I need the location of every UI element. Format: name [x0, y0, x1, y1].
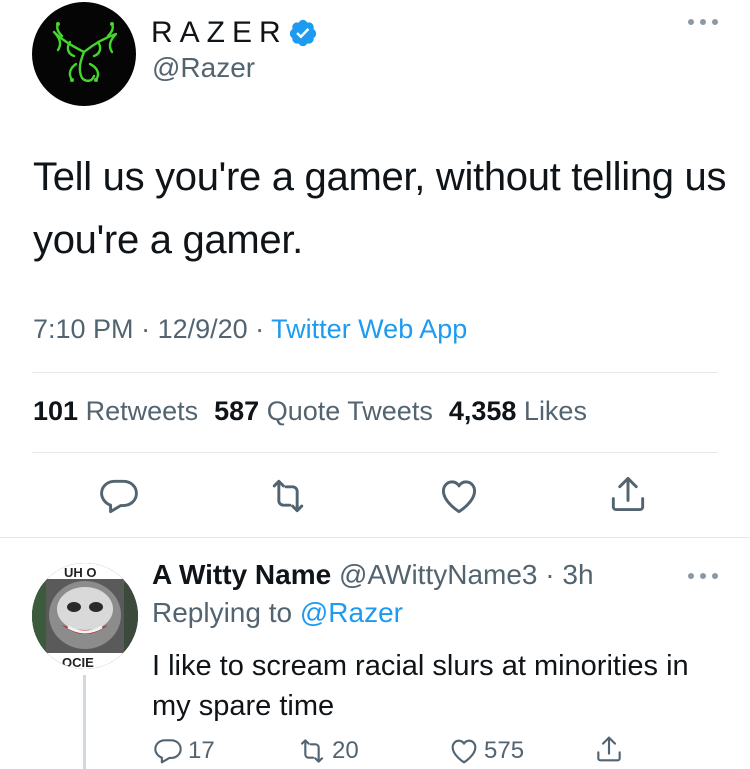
- replying-to-mention[interactable]: @Razer: [300, 597, 403, 628]
- retweet-icon: [272, 479, 304, 513]
- svg-text:UH O: UH O: [64, 565, 97, 580]
- retweets-label: Retweets: [85, 396, 199, 426]
- like-count: 575: [484, 737, 525, 764]
- thread-connector-line: [83, 675, 86, 769]
- divider: [32, 452, 718, 453]
- retweet-button[interactable]: [266, 474, 310, 518]
- like-icon: [441, 480, 477, 514]
- tweet-metadata: 7:10 PM · 12/9/20 · Twitter Web App: [33, 314, 467, 345]
- likes-label: Likes: [523, 396, 587, 426]
- reply-icon: [100, 479, 138, 514]
- verified-badge-icon: [288, 18, 318, 48]
- separator-dot: ·: [537, 559, 563, 590]
- reply-reply-button[interactable]: 17: [152, 735, 215, 767]
- tweet-source-app[interactable]: Twitter Web App: [271, 314, 467, 344]
- reply-count: 17: [188, 737, 215, 764]
- tweet-stats: 101 Retweets 587 Quote Tweets 4,358 Like…: [33, 396, 587, 427]
- tweet-text: Tell us you're a gamer, without telling …: [33, 155, 727, 262]
- reply-share-button[interactable]: [593, 733, 625, 765]
- likes-stat[interactable]: 4,358 Likes: [449, 396, 587, 427]
- razer-logo-icon: [52, 22, 118, 82]
- tweet-date[interactable]: 12/9/20: [158, 314, 248, 344]
- retweet-icon: [300, 739, 324, 763]
- retweets-stat[interactable]: 101 Retweets: [33, 396, 198, 427]
- quote-tweets-label: Quote Tweets: [266, 396, 433, 426]
- share-icon: [611, 476, 645, 512]
- reply-author-name[interactable]: A Witty Name: [152, 559, 331, 590]
- reply-retweet-button[interactable]: 20: [296, 735, 359, 767]
- separator-dot: ·: [247, 314, 272, 344]
- reply-text: I like to scream racial slurs at minorit…: [152, 650, 689, 722]
- reply-header: A Witty Name @AWittyName3 · 3h: [152, 559, 594, 591]
- joker-meme-avatar: UH O OCIE: [32, 563, 138, 669]
- retweet-count: 20: [332, 737, 359, 764]
- reply-icon: [154, 739, 182, 764]
- reply-author-handle[interactable]: @AWittyName3: [339, 559, 538, 590]
- more-options-icon[interactable]: [683, 12, 723, 32]
- retweets-count: 101: [33, 396, 79, 426]
- tweet-time[interactable]: 7:10 PM: [33, 314, 134, 344]
- separator-dot: ·: [133, 314, 158, 344]
- reply-age[interactable]: 3h: [562, 559, 593, 590]
- share-icon: [597, 736, 621, 762]
- likes-count: 4,358: [448, 396, 517, 426]
- reply-like-button[interactable]: 575: [448, 735, 524, 767]
- replying-to: Replying to @Razer: [152, 597, 403, 629]
- svg-text:OCIE: OCIE: [62, 655, 94, 669]
- razer-avatar[interactable]: [32, 2, 136, 106]
- reply-more-options-icon[interactable]: [683, 566, 723, 586]
- divider: [0, 537, 750, 538]
- replying-to-label: Replying to: [152, 597, 300, 628]
- tweet-author-handle[interactable]: @Razer: [152, 52, 255, 84]
- like-button[interactable]: [437, 474, 481, 518]
- quote-tweets-count: 587: [214, 396, 260, 426]
- divider: [32, 372, 718, 373]
- like-icon: [451, 739, 477, 764]
- reply-button[interactable]: [97, 474, 141, 518]
- tweet-author-name[interactable]: RAZER: [151, 16, 288, 50]
- share-button[interactable]: [606, 472, 650, 516]
- quote-tweets-stat[interactable]: 587 Quote Tweets: [214, 396, 433, 427]
- reply-author-avatar[interactable]: UH O OCIE: [32, 563, 138, 669]
